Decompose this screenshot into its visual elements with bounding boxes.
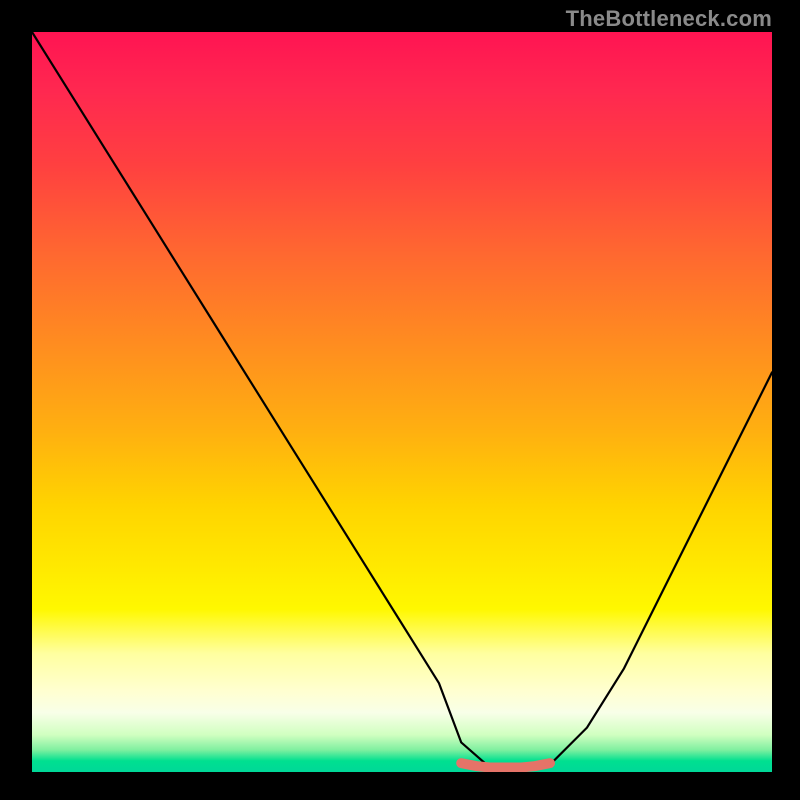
highlight-path <box>461 763 550 767</box>
curve-path <box>32 32 772 768</box>
chart-container: TheBottleneck.com <box>0 0 800 800</box>
watermark-text: TheBottleneck.com <box>566 6 772 32</box>
chart-svg <box>32 32 772 772</box>
plot-area <box>32 32 772 772</box>
